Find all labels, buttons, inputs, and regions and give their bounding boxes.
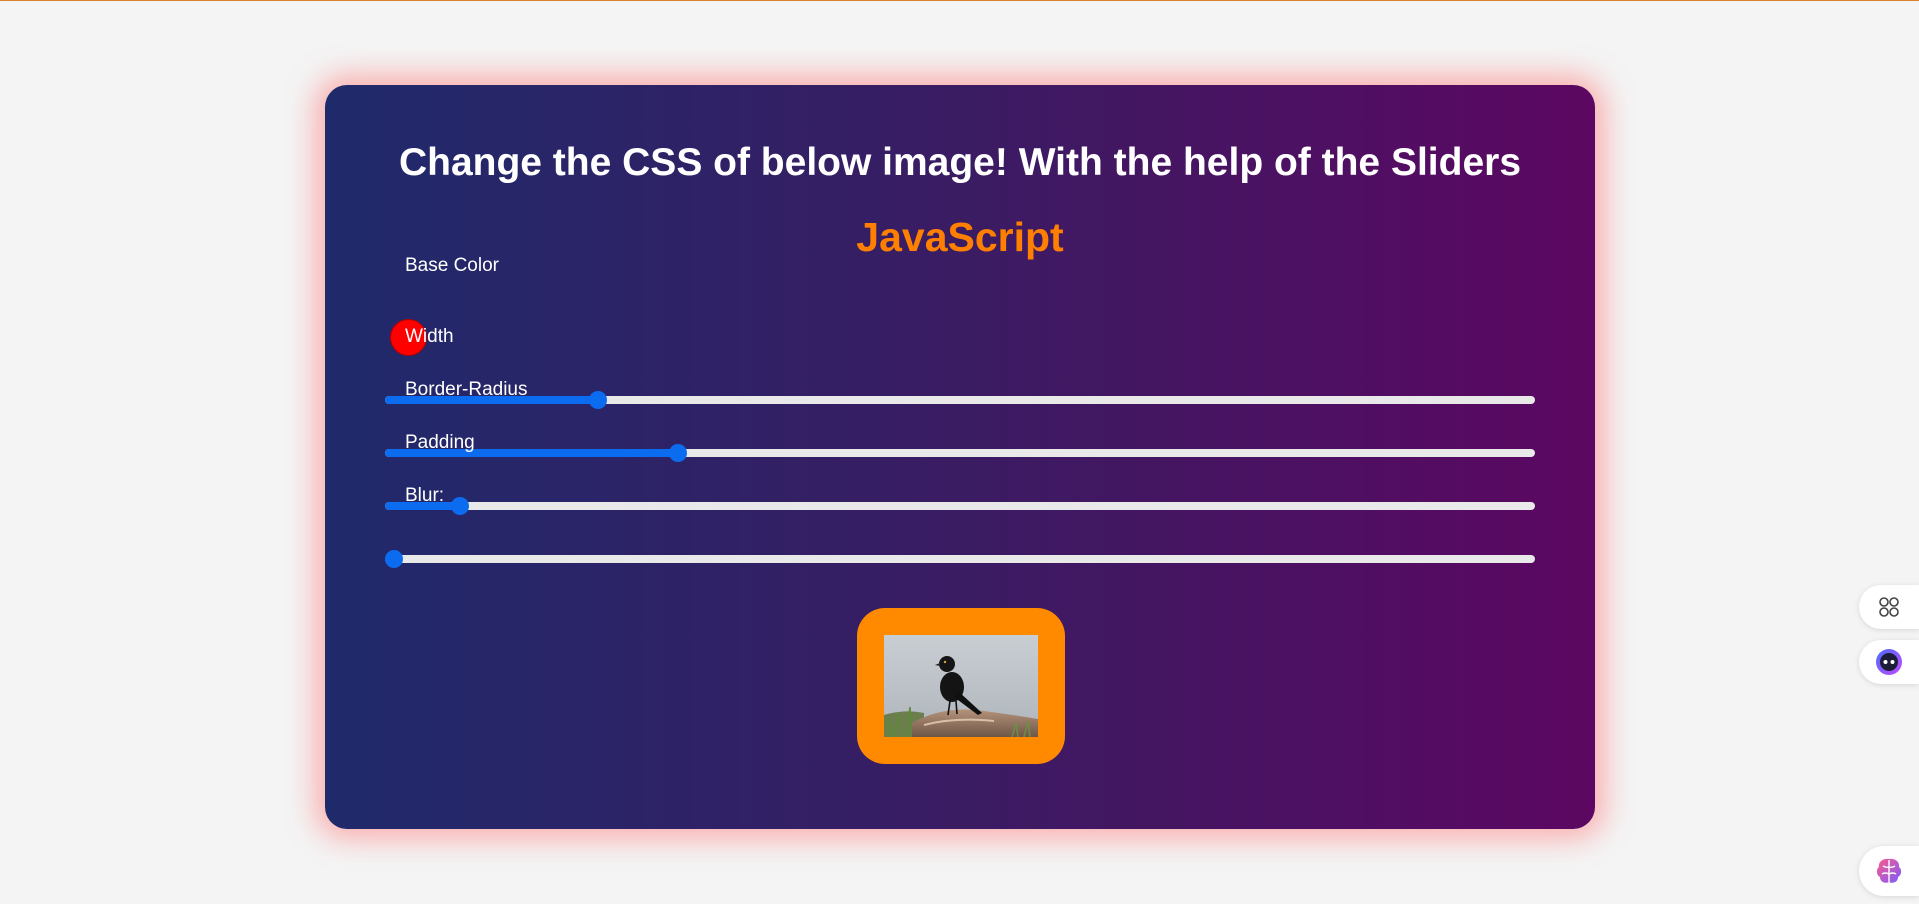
padding-label: Padding <box>405 432 475 453</box>
slider-thumb[interactable] <box>669 444 688 462</box>
blur-slider[interactable] <box>385 550 1535 568</box>
slider-track <box>385 502 1535 510</box>
width-label: Width <box>405 326 454 347</box>
blur-label: Blur: <box>405 485 445 506</box>
image-preview-frame <box>857 608 1065 764</box>
slider-track <box>385 555 1535 563</box>
border-radius-slider[interactable] <box>385 444 1535 462</box>
slider-thumb[interactable] <box>385 550 404 568</box>
page-heading: Change the CSS of below image! With the … <box>398 141 1522 184</box>
top-border-line <box>0 0 1919 1</box>
border-radius-label: Border-Radius <box>405 379 528 400</box>
assistant-face-icon <box>1876 649 1902 675</box>
width-slider[interactable] <box>385 391 1535 409</box>
slider-thumb[interactable] <box>450 497 469 515</box>
bird-photo <box>884 635 1038 737</box>
apps-grid-button[interactable] <box>1859 585 1919 629</box>
apps-grid-icon <box>1879 597 1899 617</box>
padding-slider[interactable] <box>385 497 1535 515</box>
brain-button[interactable] <box>1859 846 1919 896</box>
base-color-label: Base Color <box>405 255 499 276</box>
editor-card: Change the CSS of below image! With the … <box>325 85 1595 829</box>
slider-thumb[interactable] <box>588 391 607 409</box>
assistant-button[interactable] <box>1859 640 1919 684</box>
page-subheading: JavaScript <box>856 214 1064 260</box>
brain-icon <box>1876 858 1902 883</box>
